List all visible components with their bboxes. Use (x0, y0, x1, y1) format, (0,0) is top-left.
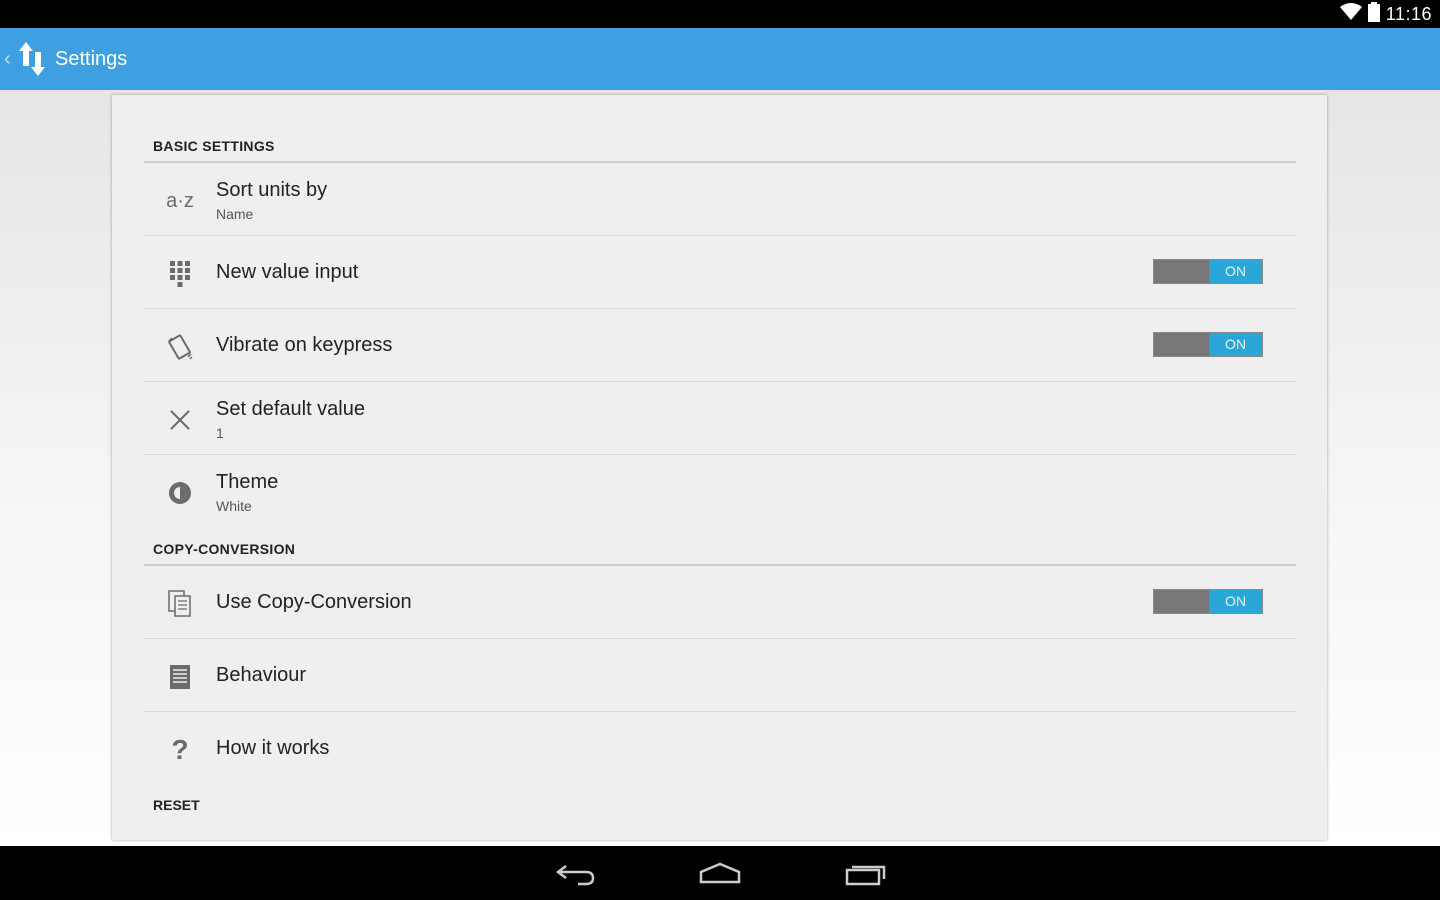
close-x-icon (164, 404, 196, 436)
page-title[interactable]: Settings (55, 48, 127, 71)
settings-card: BASIC SETTINGS a·z Sort units by Name Ne… (112, 95, 1327, 840)
home-icon[interactable] (698, 858, 742, 893)
pref-title: Use Copy-Conversion (216, 591, 412, 613)
wifi-icon (1339, 2, 1362, 26)
question-icon: ? (171, 734, 189, 765)
section-header-basic: BASIC SETTINGS (144, 129, 1296, 163)
pref-title: Vibrate on keypress (216, 334, 393, 356)
section-header-copy: COPY-CONVERSION (144, 532, 1296, 566)
clock: 11:16 (1385, 3, 1432, 24)
pref-how-it-works[interactable]: ? How it works (144, 712, 1296, 784)
pref-title: Behaviour (216, 664, 307, 686)
section-header-label: COPY-CONVERSION (153, 541, 296, 557)
pref-new-value-input[interactable]: New value input ON (144, 236, 1296, 309)
status-bar: 11:16 (0, 0, 1440, 28)
vibrate-icon (164, 331, 196, 363)
list-icon (164, 661, 196, 693)
pref-sort-units[interactable]: a·z Sort units by Name (144, 163, 1296, 236)
nav-bar (0, 846, 1440, 900)
recents-icon[interactable] (844, 858, 888, 893)
toggle-vibrate[interactable]: ON (1153, 332, 1263, 357)
copy-icon (164, 588, 196, 620)
pref-summary: 1 (216, 425, 224, 441)
az-sort-icon: a·z (166, 189, 194, 212)
pref-theme[interactable]: Theme White (144, 455, 1296, 527)
brightness-icon (164, 477, 196, 509)
pref-title: New value input (216, 261, 359, 283)
pref-title: How it works (216, 737, 330, 759)
battery-icon (1367, 1, 1380, 27)
reset-button[interactable]: RESET (153, 797, 200, 813)
pref-title: Theme (216, 471, 279, 493)
up-caret-icon[interactable]: ‹ (4, 48, 11, 71)
back-icon[interactable] (555, 858, 596, 893)
toggle-copy-conversion[interactable]: ON (1153, 589, 1263, 614)
pref-copy-conversion[interactable]: Use Copy-Conversion ON (144, 566, 1296, 639)
toggle-state: ON (1209, 590, 1262, 613)
pref-summary: White (216, 498, 252, 514)
keypad-icon (164, 258, 196, 290)
pref-summary: Name (216, 206, 254, 222)
pref-default-value[interactable]: Set default value 1 (144, 382, 1296, 455)
pref-vibrate[interactable]: Vibrate on keypress ON (144, 309, 1296, 382)
app-convert-icon[interactable] (18, 40, 48, 83)
toggle-state: ON (1209, 260, 1262, 283)
toggle-new-value-input[interactable]: ON (1153, 259, 1263, 284)
pref-title: Sort units by (216, 179, 328, 201)
action-bar: ‹ Settings (0, 28, 1440, 90)
section-header-label: BASIC SETTINGS (153, 138, 275, 154)
toggle-state: ON (1209, 333, 1262, 356)
pref-behaviour[interactable]: Behaviour (144, 639, 1296, 712)
pref-title: Set default value (216, 398, 365, 420)
